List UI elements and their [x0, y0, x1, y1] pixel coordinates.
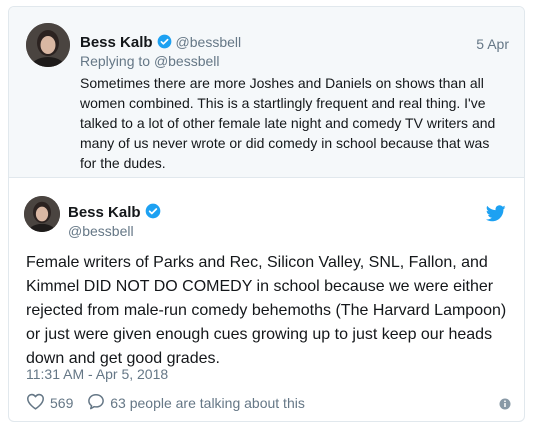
replying-to-label: Replying to [80, 53, 154, 69]
conversation-link[interactable]: 63 people are talking about this [87, 393, 305, 413]
avatar[interactable] [26, 23, 70, 67]
talking-count-label: 63 people are talking about this [110, 395, 305, 411]
main-author-name-row: Bess Kalb [68, 203, 165, 224]
avatar[interactable] [24, 196, 60, 232]
twitter-bird-icon[interactable] [485, 205, 506, 227]
tweet-timestamp[interactable]: 11:31 AM - Apr 5, 2018 [26, 366, 168, 382]
heart-icon [26, 393, 50, 413]
author-name[interactable]: Bess Kalb [80, 34, 153, 51]
tweet-actions: 569 63 people are talking about this [26, 393, 315, 413]
parent-tweet-text: Sometimes there are more Joshes and Dani… [80, 75, 496, 171]
author-handle[interactable]: @bessbell [68, 223, 134, 239]
speech-bubble-icon [87, 393, 110, 413]
replying-to-handle-link[interactable]: @bessbell [154, 53, 220, 69]
parent-tweet-header: Bess Kalb @bessbell [80, 34, 241, 54]
like-button[interactable]: 569 [26, 393, 73, 413]
author-name[interactable]: Bess Kalb [68, 204, 141, 221]
parent-tweet[interactable]: Bess Kalb @bessbell 5 Apr Replying to @be… [9, 7, 524, 178]
author-handle[interactable]: @bessbell [176, 34, 242, 50]
verified-badge-icon [145, 203, 161, 224]
verified-badge-icon [157, 34, 172, 54]
main-tweet-text: Female writers of Parks and Rec, Silicon… [26, 254, 507, 367]
replying-to-line: Replying to @bessbell [80, 53, 220, 69]
embedded-tweet-card: Bess Kalb @bessbell 5 Apr Replying to @be… [8, 6, 525, 422]
tweet-date[interactable]: 5 Apr [476, 36, 509, 52]
like-count: 569 [50, 395, 74, 411]
info-icon[interactable] [499, 397, 511, 415]
